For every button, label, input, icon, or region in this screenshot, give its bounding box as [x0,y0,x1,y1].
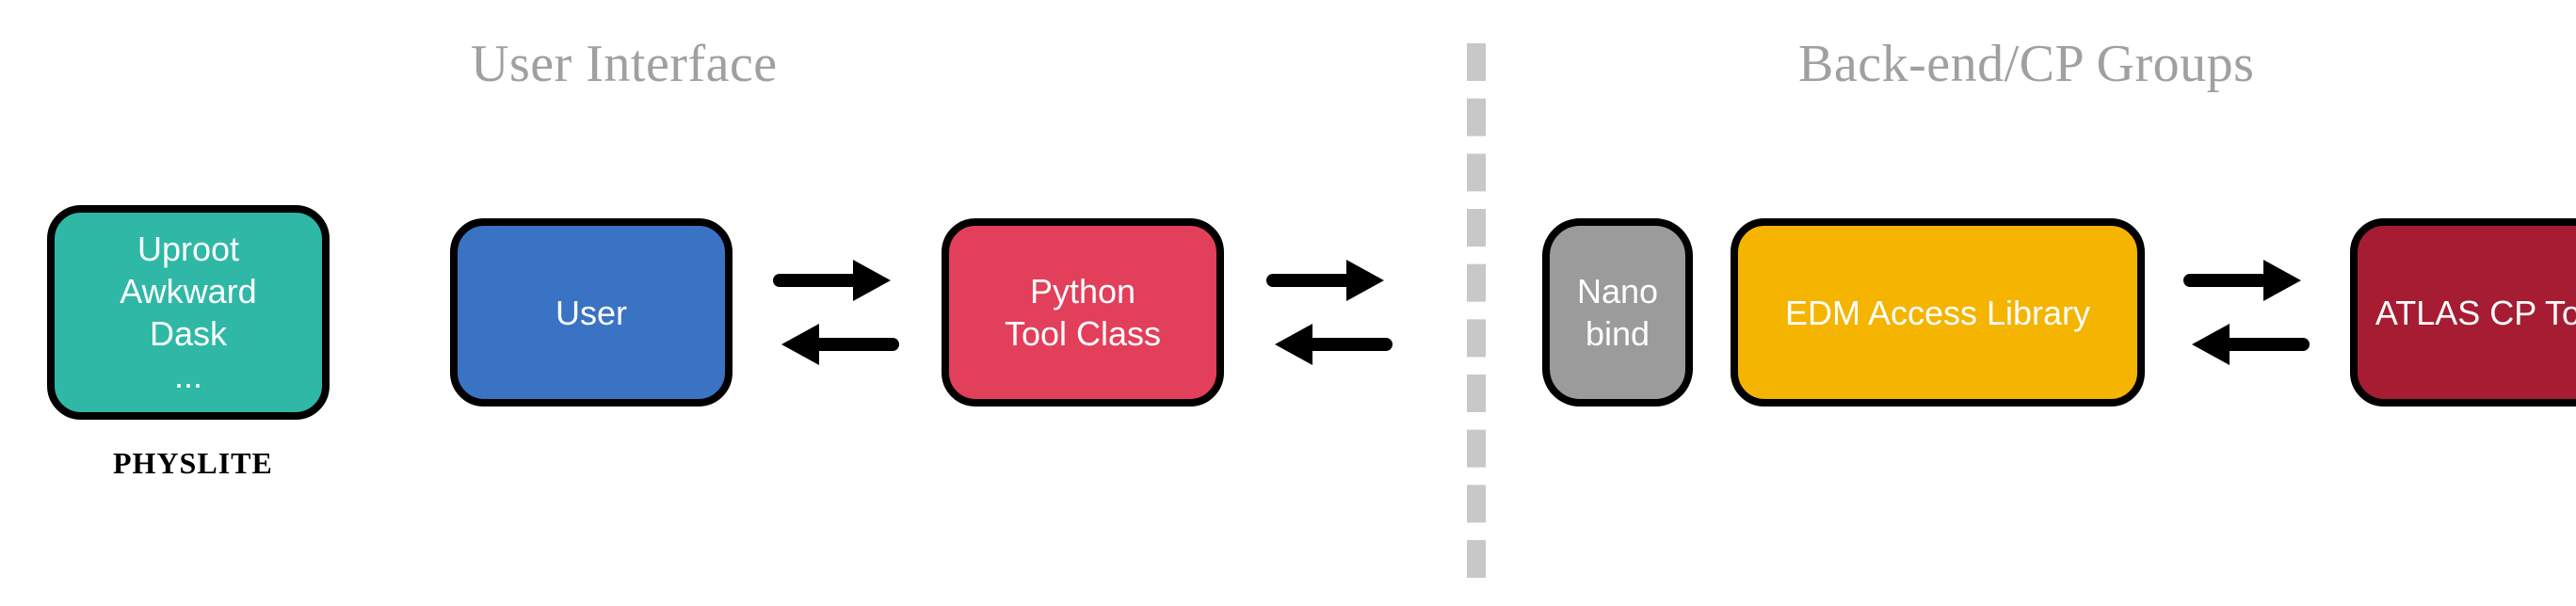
arrow-left-icon [1275,324,1386,365]
box-edm: EDM Access Library [1731,218,2145,407]
nanobind-line-1: bind [1586,312,1650,355]
box-nanobind: Nano bind [1542,218,1693,407]
arrows-user-python [770,243,902,384]
divider-line [1467,43,1486,578]
nanobind-line-0: Nano [1577,270,1658,312]
edm-label: EDM Access Library [1785,292,2090,334]
python-tool-line-1: Tool Class [1005,312,1161,355]
physlite-line-2: Dask [150,312,227,355]
arrows-edm-atlas [2181,243,2312,384]
user-label: User [555,292,627,334]
python-tool-line-0: Python [1030,270,1135,312]
caption-physlite: PHYSLITE [113,446,273,481]
arrow-left-icon [781,324,893,365]
arrow-right-icon [1273,260,1384,301]
arrow-right-icon [780,260,891,301]
box-physlite: Uproot Awkward Dask ... [47,205,330,420]
arrows-python-nanobind [1264,243,1395,384]
arrow-right-icon [2190,260,2301,301]
physlite-line-0: Uproot [137,228,239,270]
box-atlas: ATLAS CP Tool [2350,218,2576,407]
box-user: User [450,218,733,407]
physlite-line-1: Awkward [120,270,256,312]
section-title-left: User Interface [471,34,778,94]
arrow-left-icon [2192,324,2303,365]
box-python-tool: Python Tool Class [942,218,1224,407]
physlite-line-3: ... [174,355,202,397]
atlas-label: ATLAS CP Tool [2375,292,2576,334]
section-title-right: Back-end/CP Groups [1798,34,2254,94]
